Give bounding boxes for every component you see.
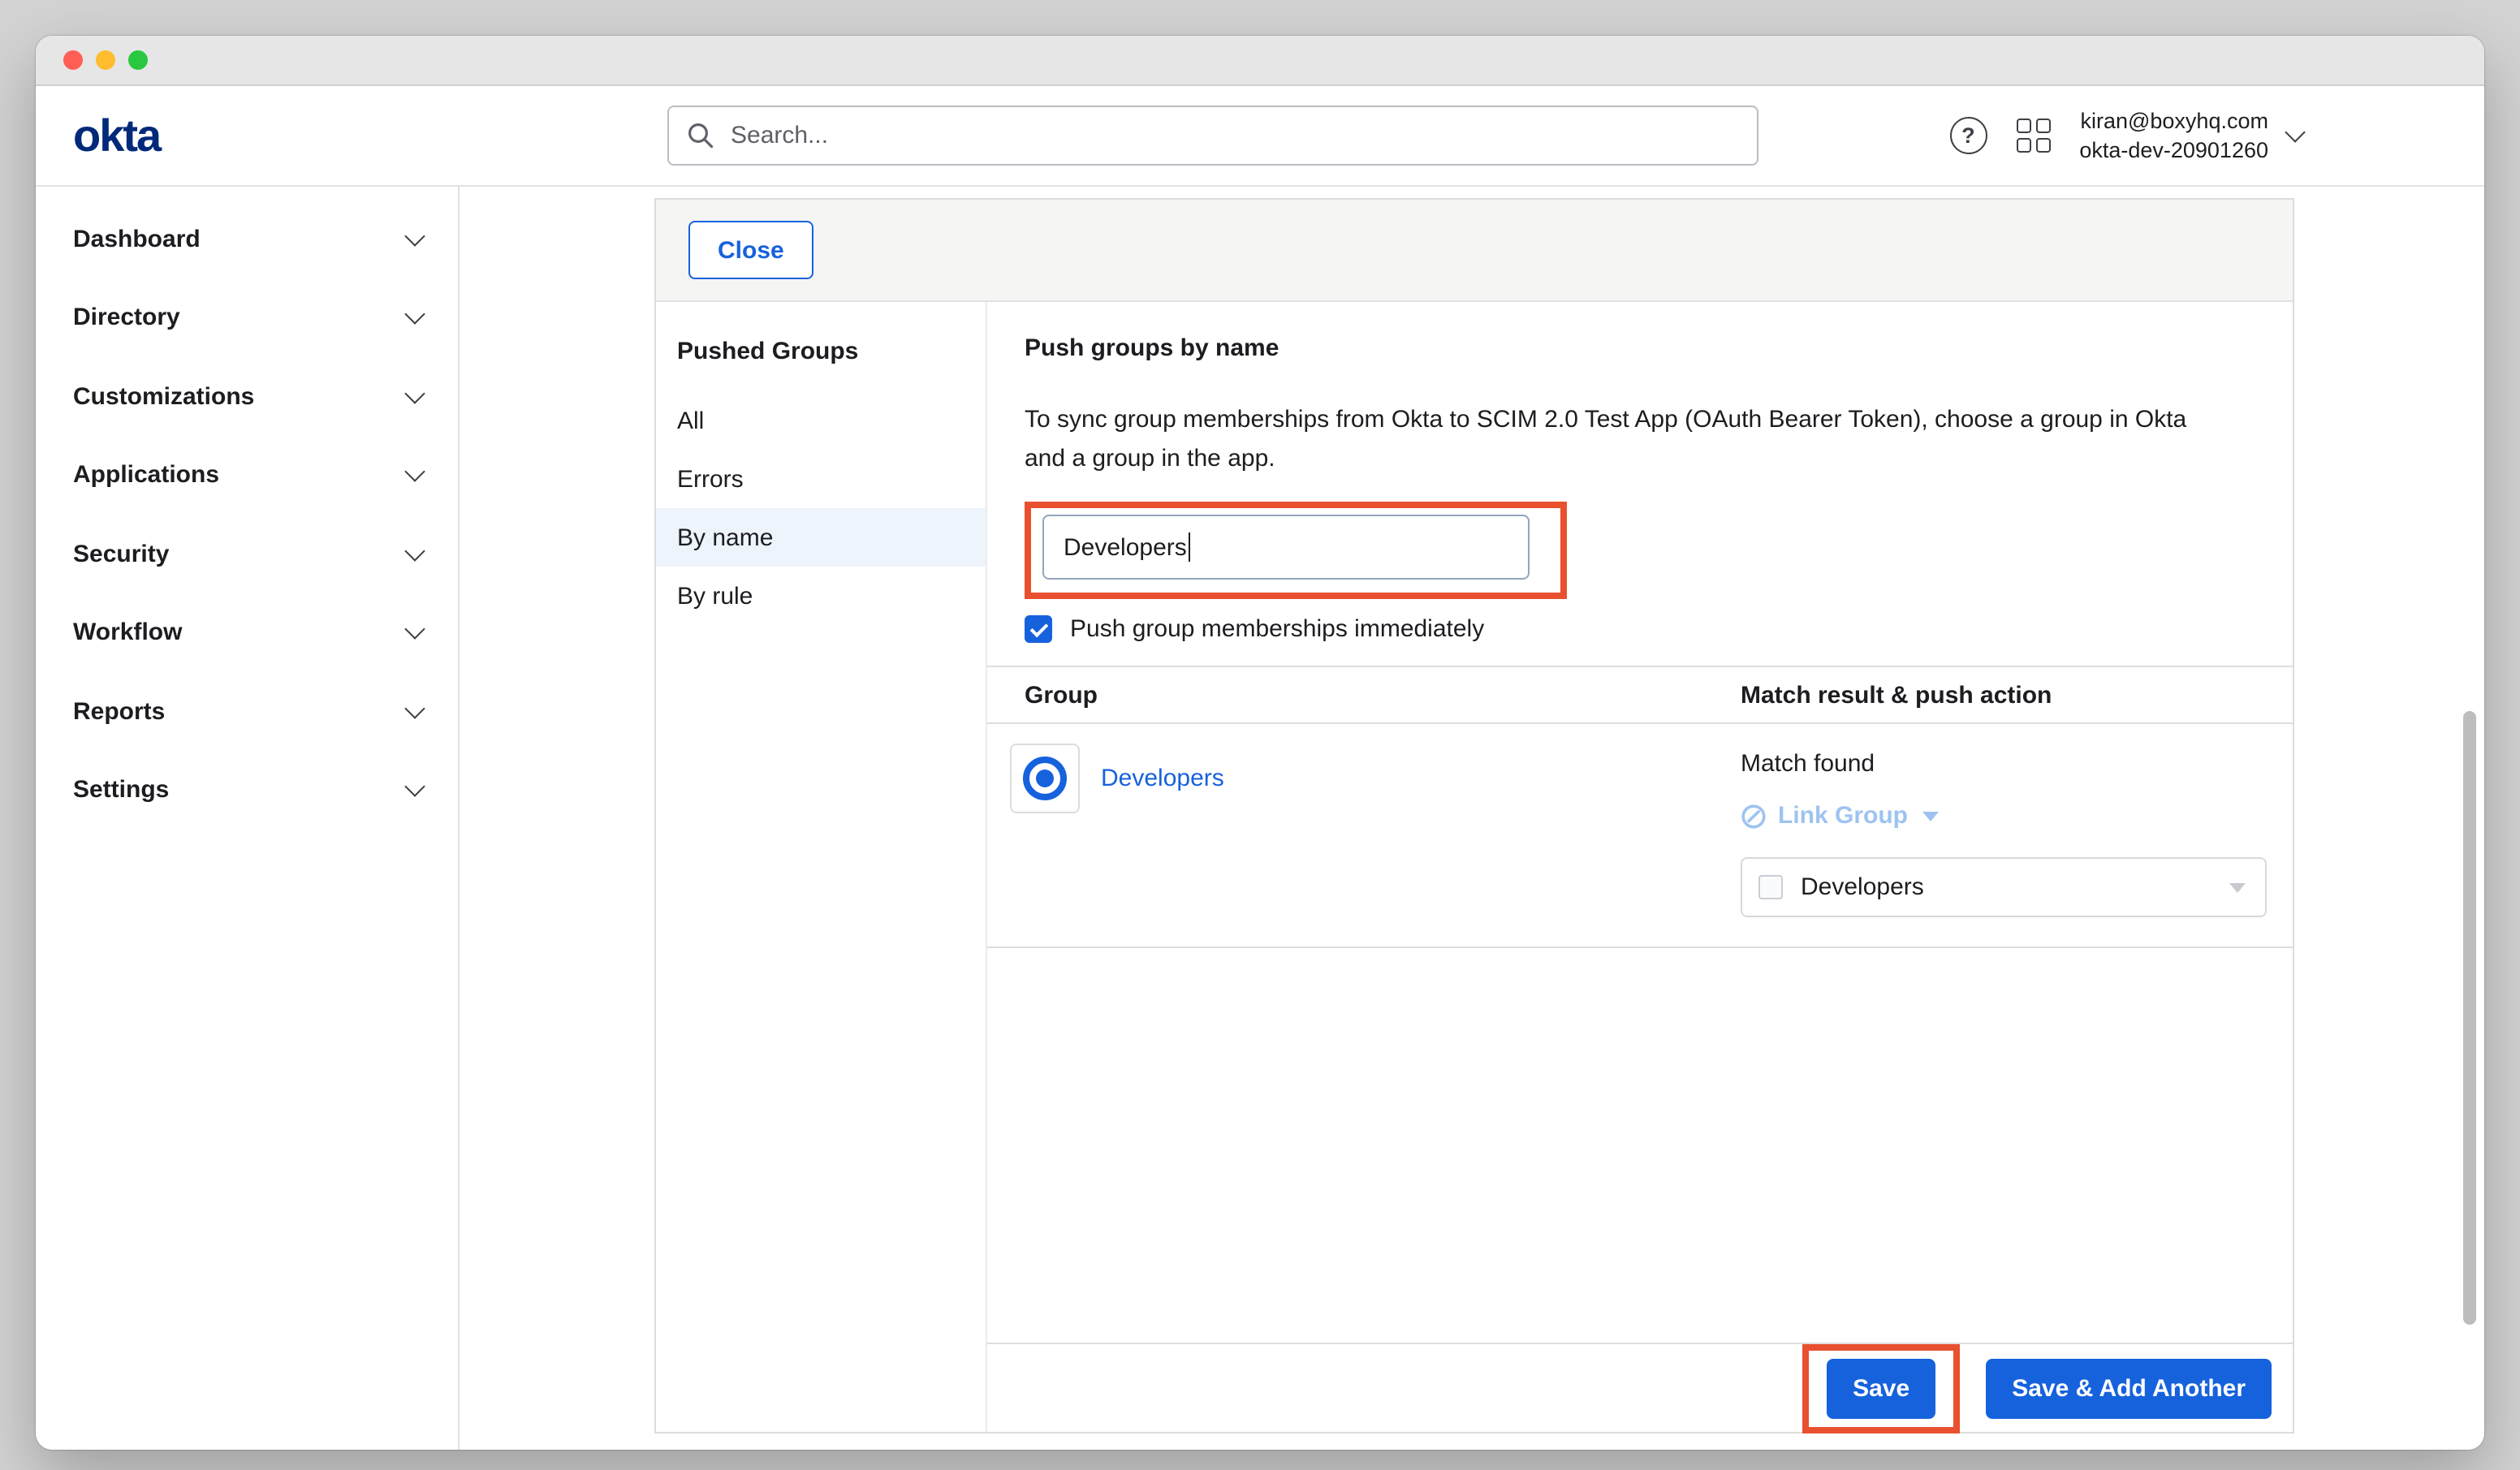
screenshot-stage: okta ? kiran@boxyhq.com okta-dev-2090126…: [0, 0, 2520, 1470]
annotation-box: Developers: [1025, 502, 1567, 599]
close-window-button[interactable]: [63, 50, 83, 70]
sidebar-item-security[interactable]: Security: [36, 515, 458, 593]
panel-spacer: [987, 948, 2293, 1343]
minimize-window-button[interactable]: [96, 50, 115, 70]
account-menu[interactable]: kiran@boxyhq.com okta-dev-20901260: [2079, 107, 2302, 164]
okta-logo: okta: [73, 110, 160, 162]
panel-top: Push groups by name To sync group member…: [987, 302, 2293, 666]
grid-square: [2035, 138, 2050, 153]
chevron-down-icon: [404, 462, 425, 482]
header-right-cluster: ? kiran@boxyhq.com okta-dev-20901260: [1949, 86, 2302, 185]
push-immediately-checkbox[interactable]: [1025, 615, 1052, 643]
dialog-body: Pushed Groups All Errors By name By rule…: [656, 302, 2293, 1432]
sidebar-item-label: Settings: [73, 777, 169, 804]
match-table-header: Group Match result & push action: [987, 666, 2293, 724]
sidebar-item-reports[interactable]: Reports: [36, 672, 458, 751]
grid-square: [2016, 119, 2030, 133]
chevron-down-icon: [404, 777, 425, 797]
main-area: Dashboard Directory Customizations Appli…: [36, 187, 2484, 1450]
subnav-title: Pushed Groups: [656, 325, 986, 391]
annotation-box: Save: [1802, 1343, 1960, 1433]
push-immediately-label: Push group memberships immediately: [1070, 615, 1484, 643]
sidebar-item-label: Customizations: [73, 383, 254, 411]
app-group-icon: [1758, 875, 1783, 899]
pushed-groups-subnav: Pushed Groups All Errors By name By rule: [656, 302, 987, 1432]
chevron-down-icon: [404, 304, 425, 325]
subnav-item-all[interactable]: All: [656, 391, 986, 450]
chevron-down-icon: [2285, 122, 2305, 142]
link-group-label: Link Group: [1778, 802, 1908, 830]
chevron-down-icon: [404, 698, 425, 718]
sidebar-item-label: Security: [73, 541, 169, 568]
content-area: Close Pushed Groups All Errors By name B…: [460, 187, 2484, 1450]
sidebar-item-label: Directory: [73, 304, 180, 332]
group-name-input[interactable]: Developers: [1042, 515, 1530, 580]
search-icon: [687, 122, 714, 149]
subnav-item-errors[interactable]: Errors: [656, 450, 986, 508]
global-search[interactable]: [667, 106, 1758, 166]
subnav-item-by-rule[interactable]: By rule: [656, 567, 986, 625]
grid-square: [2016, 138, 2030, 153]
chevron-down-icon: [404, 541, 425, 561]
column-group: Group: [987, 681, 1741, 709]
link-group-icon: [1741, 803, 1767, 829]
close-button[interactable]: Close: [688, 221, 813, 279]
okta-group-icon: [1023, 757, 1067, 800]
sidebar-item-dashboard[interactable]: Dashboard: [36, 200, 458, 278]
sidebar-item-label: Reports: [73, 698, 165, 726]
sidebar-item-settings[interactable]: Settings: [36, 751, 458, 830]
match-cell: Match found Link Group: [1741, 744, 2267, 917]
link-group-dropdown[interactable]: Link Group: [1741, 802, 1939, 830]
sidebar-item-customizations[interactable]: Customizations: [36, 357, 458, 436]
group-link[interactable]: Developers: [1101, 765, 1224, 792]
chevron-down-icon: [2229, 882, 2246, 892]
search-input[interactable]: [727, 120, 1757, 151]
sidebar-item-directory[interactable]: Directory: [36, 278, 458, 357]
save-add-another-button[interactable]: Save & Add Another: [1986, 1358, 2272, 1418]
dialog-toolbar: Close: [656, 200, 2293, 302]
app-group-select-value: Developers: [1801, 873, 1924, 901]
sidebar-item-label: Workflow: [73, 619, 182, 647]
group-input-value: Developers: [1064, 533, 1187, 561]
top-header: okta ? kiran@boxyhq.com okta-dev-2090126…: [36, 86, 2484, 187]
window-titlebar: [36, 36, 2484, 86]
panel-description: To sync group memberships from Okta to S…: [1025, 401, 2211, 479]
app-group-select[interactable]: Developers: [1741, 857, 2267, 917]
zoom-window-button[interactable]: [128, 50, 148, 70]
account-org: okta-dev-20901260: [2079, 136, 2268, 164]
group-cell: Developers: [987, 744, 1741, 813]
account-text: kiran@boxyhq.com okta-dev-20901260: [2079, 107, 2268, 164]
column-match-result: Match result & push action: [1741, 681, 2052, 709]
sidebar-item-applications[interactable]: Applications: [36, 436, 458, 515]
chevron-down-icon: [404, 383, 425, 403]
account-email: kiran@boxyhq.com: [2079, 107, 2268, 136]
match-status: Match found: [1741, 750, 1875, 778]
by-name-panel: Push groups by name To sync group member…: [987, 302, 2293, 1432]
vertical-scrollbar[interactable]: [2463, 711, 2476, 1325]
apps-grid-icon[interactable]: [2016, 119, 2050, 153]
chevron-down-icon: [404, 226, 425, 246]
chevron-down-icon: [404, 619, 425, 640]
text-cursor: [1189, 532, 1191, 562]
push-groups-dialog: Close Pushed Groups All Errors By name B…: [654, 198, 2294, 1433]
subnav-item-by-name[interactable]: By name: [656, 508, 986, 567]
sidebar-item-label: Applications: [73, 462, 219, 489]
sidebar-item-workflow[interactable]: Workflow: [36, 593, 458, 672]
save-button[interactable]: Save: [1827, 1358, 1935, 1418]
match-table-row: Developers Match found: [987, 724, 2293, 948]
app-window: okta ? kiran@boxyhq.com okta-dev-2090126…: [36, 36, 2484, 1450]
grid-square: [2035, 119, 2050, 133]
chevron-down-icon: [1922, 811, 1939, 821]
group-icon-box: [1010, 744, 1080, 813]
dialog-footer: Save Save & Add Another: [987, 1343, 2293, 1432]
push-immediately-row: Push group memberships immediately: [1025, 615, 2211, 643]
sidebar-item-label: Dashboard: [73, 226, 201, 253]
help-icon[interactable]: ?: [1949, 117, 1987, 154]
sidebar-nav: Dashboard Directory Customizations Appli…: [36, 187, 460, 1450]
panel-title: Push groups by name: [1025, 334, 2211, 362]
